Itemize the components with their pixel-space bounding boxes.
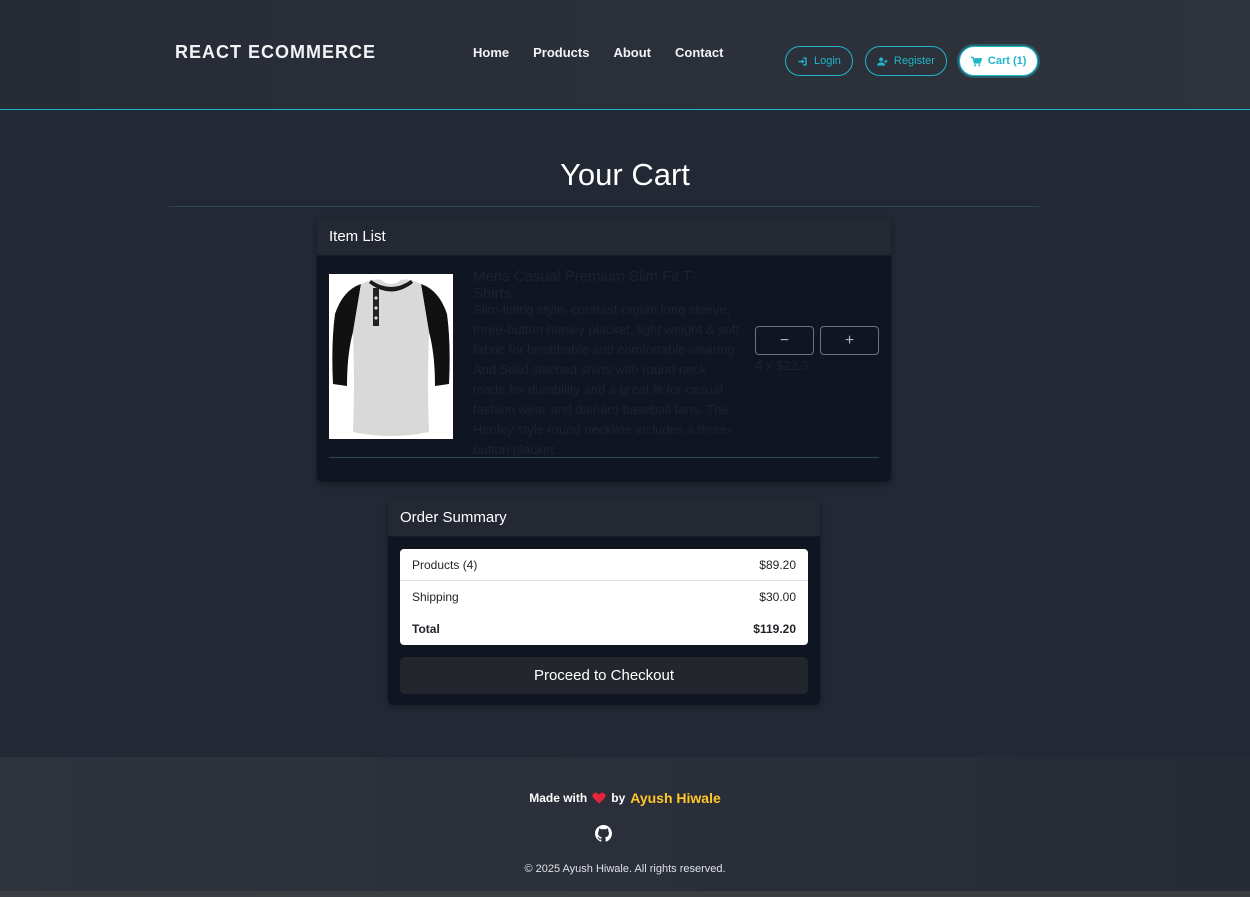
quantity-controls: − + bbox=[755, 326, 879, 355]
decrement-button[interactable]: − bbox=[755, 326, 814, 355]
products-value: $89.20 bbox=[759, 557, 796, 572]
made-with-line: Made with by Ayush Hiwale bbox=[0, 790, 1250, 806]
products-row: Products (4) $89.20 bbox=[400, 549, 808, 581]
item-list-card: Item List Mens Casual Premium Slim Fit T… bbox=[317, 218, 891, 482]
user-plus-icon bbox=[876, 56, 888, 66]
product-description: Slim-fitting style, contrast raglan long… bbox=[473, 302, 739, 457]
bottom-bar bbox=[0, 891, 1250, 897]
quantity-price-text: 4 x $22.3 bbox=[755, 358, 809, 373]
author-link[interactable]: Ayush Hiwale bbox=[630, 790, 721, 806]
nav-link-about[interactable]: About bbox=[613, 45, 651, 60]
register-button[interactable]: Register bbox=[864, 46, 947, 76]
products-label: Products (4) bbox=[412, 557, 478, 572]
brand-logo[interactable]: REACT ECOMMERCE bbox=[175, 42, 376, 63]
made-with-text: Made with bbox=[529, 791, 588, 805]
footer: Made with by Ayush Hiwale © 2025 Ayush H… bbox=[0, 757, 1250, 891]
henley-tshirt-image bbox=[329, 274, 453, 439]
navbar: REACT ECOMMERCE Home Products About Cont… bbox=[0, 0, 1250, 110]
register-label: Register bbox=[893, 55, 935, 67]
increment-button[interactable]: + bbox=[820, 326, 879, 355]
cart-label: Cart (1) bbox=[987, 55, 1027, 67]
minus-icon: − bbox=[779, 331, 790, 349]
copyright-text: © 2025 Ayush Hiwale. All rights reserved… bbox=[524, 863, 726, 875]
order-summary-card: Order Summary Products (4) $89.20 Shippi… bbox=[388, 499, 820, 705]
plus-icon: + bbox=[844, 331, 855, 349]
shipping-row: Shipping $30.00 bbox=[400, 581, 808, 613]
total-label: Total bbox=[412, 622, 440, 636]
cart-button[interactable]: Cart (1) bbox=[958, 46, 1039, 76]
cart-icon bbox=[970, 56, 982, 66]
shipping-label: Shipping bbox=[412, 590, 459, 604]
github-icon[interactable] bbox=[595, 825, 612, 842]
total-value: $119.20 bbox=[753, 622, 796, 636]
product-title[interactable]: Mens Casual Premium Slim Fit T-Shirts bbox=[473, 268, 733, 302]
page-title: Your Cart bbox=[560, 157, 690, 192]
item-list-header: Item List bbox=[317, 218, 891, 256]
item-divider bbox=[329, 457, 879, 458]
shipping-value: $30.00 bbox=[759, 590, 796, 604]
total-row: Total $119.20 bbox=[400, 613, 808, 645]
product-image bbox=[329, 274, 453, 439]
summary-list: Products (4) $89.20 Shipping $30.00 Tota… bbox=[400, 549, 808, 645]
heart-icon bbox=[592, 792, 606, 804]
nav-links: Home Products About Contact bbox=[473, 45, 723, 60]
title-divider bbox=[169, 206, 1039, 207]
nav-link-products[interactable]: Products bbox=[533, 45, 589, 60]
login-label: Login bbox=[814, 55, 841, 67]
auth-buttons: Login Register Cart (1) bbox=[785, 46, 1039, 76]
sign-in-icon bbox=[798, 56, 807, 66]
checkout-button[interactable]: Proceed to Checkout bbox=[400, 657, 808, 694]
login-button[interactable]: Login bbox=[785, 46, 853, 76]
order-summary-header: Order Summary bbox=[388, 499, 820, 537]
nav-link-home[interactable]: Home bbox=[473, 45, 509, 60]
nav-link-contact[interactable]: Contact bbox=[675, 45, 723, 60]
by-text: by bbox=[611, 791, 626, 805]
